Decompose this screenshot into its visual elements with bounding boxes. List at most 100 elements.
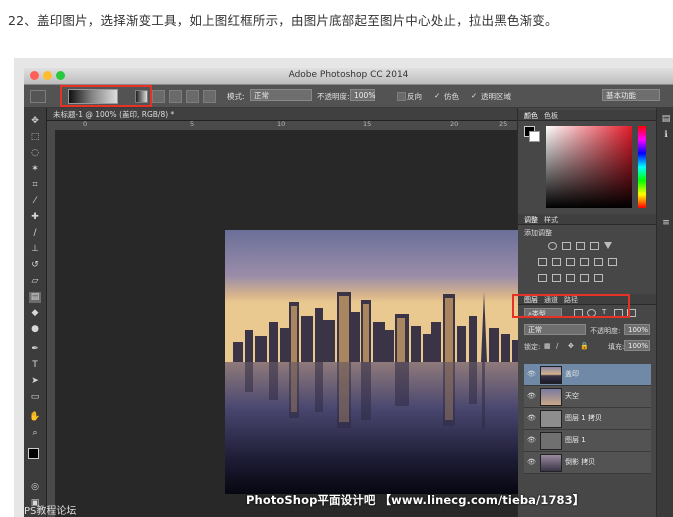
- radial-gradient-icon[interactable]: [152, 90, 165, 103]
- lock-image-icon[interactable]: ∕: [556, 342, 558, 350]
- black-white-icon[interactable]: [566, 258, 575, 266]
- visibility-eye-icon[interactable]: 👁: [527, 458, 536, 466]
- ruler-mark: 10: [277, 120, 286, 128]
- reverse-checkbox[interactable]: [397, 92, 406, 101]
- marquee-tool-icon[interactable]: ⬚: [29, 132, 41, 143]
- eraser-tool-icon[interactable]: ▱: [29, 276, 41, 287]
- window-title: Adobe Photoshop CC 2014: [288, 70, 409, 80]
- diamond-gradient-icon[interactable]: [203, 90, 216, 103]
- opacity-input[interactable]: 100%: [350, 89, 375, 101]
- mode-select[interactable]: 正常: [250, 89, 312, 101]
- lock-position-icon[interactable]: ✥: [568, 342, 574, 350]
- panel-icon-strip: ▤ ℹ ≡: [657, 108, 673, 517]
- layer-opacity-label: 不透明度:: [590, 327, 621, 335]
- color-lookup-icon[interactable]: [608, 258, 617, 266]
- selected-layer-highlight-box: [512, 294, 630, 318]
- tool-preset-icon[interactable]: [30, 90, 46, 103]
- shape-tool-icon[interactable]: ▭: [29, 392, 41, 403]
- tab-styles[interactable]: 样式: [544, 215, 558, 225]
- layer-name: 图层 1 拷贝: [565, 414, 602, 422]
- layer-thumbnail: [540, 366, 562, 384]
- color-field[interactable]: [546, 126, 632, 208]
- history-panel-icon[interactable]: ▤: [660, 114, 672, 125]
- layer-thumbnail: [540, 410, 562, 428]
- hand-tool-icon[interactable]: ✋: [29, 412, 41, 423]
- crop-tool-icon[interactable]: ⌗: [29, 180, 41, 191]
- vibrance-icon[interactable]: [604, 242, 612, 249]
- layer-thumbnail: [540, 454, 562, 472]
- layer-thumbnail: [540, 432, 562, 450]
- quick-mask-icon[interactable]: ◎: [29, 482, 41, 493]
- type-tool-icon[interactable]: T: [29, 360, 41, 371]
- step-instruction: 22、盖印图片，选择渐变工具，如上图红框所示，由图片底部起至图片中心处止，拉出黑…: [8, 13, 558, 28]
- hue-slider[interactable]: [638, 126, 646, 208]
- layer-row[interactable]: 👁 图层 1 拷贝: [524, 408, 651, 430]
- workspace-select[interactable]: 基本功能: [602, 89, 660, 101]
- properties-panel-icon[interactable]: ℹ: [660, 130, 672, 141]
- blend-mode-select[interactable]: 正常: [524, 324, 586, 335]
- layer-row[interactable]: 👁 图层 1: [524, 430, 651, 452]
- ruler-mark: 5: [190, 120, 195, 128]
- gradient-tool-icon[interactable]: ▤: [29, 292, 41, 303]
- layer-opacity-input[interactable]: 100%: [624, 324, 650, 335]
- layer-row[interactable]: 👁 倒影 拷贝: [524, 452, 651, 474]
- history-brush-tool-icon[interactable]: ↺: [29, 260, 41, 271]
- color-background-swatch[interactable]: [529, 131, 540, 142]
- healing-brush-tool-icon[interactable]: ✚: [29, 212, 41, 223]
- invert-icon[interactable]: [538, 274, 547, 282]
- magic-wand-tool-icon[interactable]: ✶: [29, 164, 41, 175]
- watermark-main: PhotoShop平面设计吧 【www.linecg.com/tieba/178…: [246, 493, 585, 507]
- reverse-label: 反向: [407, 92, 422, 101]
- dither-checkbox[interactable]: ✓: [434, 91, 440, 100]
- levels-icon[interactable]: [562, 242, 571, 250]
- layer-row[interactable]: 👁 盖印: [524, 364, 651, 386]
- gradient-map-icon[interactable]: [594, 274, 603, 282]
- transparency-checkbox[interactable]: ✓: [471, 91, 477, 100]
- path-selection-tool-icon[interactable]: ➤: [29, 376, 41, 387]
- photoshop-window: Adobe Photoshop CC 2014 模式: 正常 不透明度: 100…: [24, 68, 673, 517]
- curves-icon[interactable]: [576, 242, 585, 250]
- selective-color-icon[interactable]: [580, 274, 589, 282]
- clone-stamp-tool-icon[interactable]: ⊥: [29, 244, 41, 255]
- angle-gradient-icon[interactable]: [169, 90, 182, 103]
- canvas-image[interactable]: [225, 230, 523, 494]
- visibility-eye-icon[interactable]: 👁: [527, 414, 536, 422]
- hue-saturation-icon[interactable]: [538, 258, 547, 266]
- lasso-tool-icon[interactable]: ◌: [29, 148, 41, 159]
- brush-tool-icon[interactable]: ∕: [29, 228, 41, 239]
- reflected-gradient-icon[interactable]: [186, 90, 199, 103]
- color-balance-icon[interactable]: [552, 258, 561, 266]
- move-tool-icon[interactable]: ✥: [29, 116, 41, 127]
- posterize-icon[interactable]: [552, 274, 561, 282]
- foreground-color-swatch[interactable]: [28, 448, 39, 459]
- dodge-tool-icon[interactable]: ●: [29, 324, 41, 335]
- tab-adjustments[interactable]: 调整: [524, 215, 538, 225]
- exposure-icon[interactable]: [590, 242, 599, 250]
- dither-label: 仿色: [444, 92, 459, 101]
- lock-all-icon[interactable]: 🔒: [580, 342, 589, 350]
- threshold-icon[interactable]: [566, 274, 575, 282]
- blur-tool-icon[interactable]: ◆: [29, 308, 41, 319]
- eyedropper-tool-icon[interactable]: ⁄: [29, 196, 41, 207]
- ruler-mark: 0: [83, 120, 88, 128]
- pen-tool-icon[interactable]: ✒: [29, 344, 41, 355]
- fill-label: 填充:: [608, 343, 625, 351]
- tab-color[interactable]: 颜色: [524, 111, 538, 121]
- visibility-eye-icon[interactable]: 👁: [527, 370, 536, 378]
- layer-thumbnail: [540, 388, 562, 406]
- visibility-eye-icon[interactable]: 👁: [527, 392, 536, 400]
- zoom-tool-icon[interactable]: ⌕: [29, 428, 41, 439]
- visibility-eye-icon[interactable]: 👁: [527, 436, 536, 444]
- channel-mixer-icon[interactable]: [594, 258, 603, 266]
- adjustments-title: 添加调整: [524, 229, 552, 237]
- layer-row[interactable]: 👁 天空: [524, 386, 651, 408]
- tab-swatches[interactable]: 色板: [544, 111, 558, 121]
- fill-input[interactable]: 100%: [624, 340, 650, 351]
- lock-transparent-icon[interactable]: ▦: [544, 342, 551, 350]
- collapse-panel-icon[interactable]: ≡: [660, 218, 672, 229]
- brightness-contrast-icon[interactable]: [548, 242, 557, 250]
- transparency-label: 透明区域: [481, 92, 511, 101]
- opacity-label: 不透明度:: [317, 92, 350, 101]
- photo-filter-icon[interactable]: [580, 258, 589, 266]
- gradient-highlight-box: [60, 85, 152, 107]
